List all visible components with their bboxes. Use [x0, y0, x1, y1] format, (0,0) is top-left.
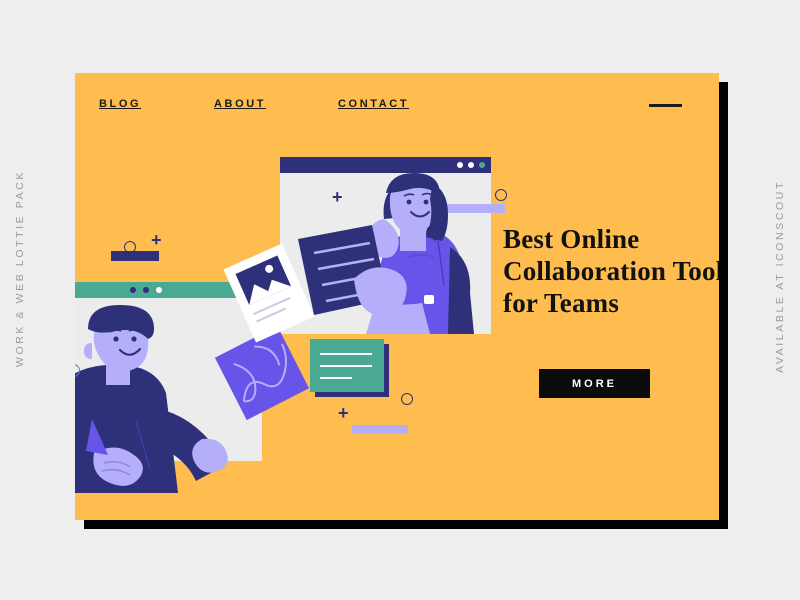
more-button[interactable]: MORE — [539, 369, 650, 398]
window-dot-icon — [457, 162, 463, 168]
navy-bar-decoration — [111, 251, 159, 261]
circle-outline-decoration — [401, 393, 413, 405]
teal-card-line — [320, 353, 372, 355]
purple-bar-decoration — [352, 425, 408, 434]
plus-icon: + — [151, 230, 162, 250]
window-dot-icon — [156, 287, 162, 293]
circle-outline-decoration — [124, 241, 136, 253]
nav-item-blog[interactable]: BLOG — [99, 96, 141, 112]
page-title: Best Online Collaboration Tools for Team… — [503, 224, 719, 319]
teal-card-line — [320, 377, 352, 379]
teal-note-card — [310, 339, 384, 392]
window-dot-icon — [479, 162, 485, 168]
window-dot-icon — [143, 287, 149, 293]
plus-icon: + — [338, 403, 349, 423]
plus-icon: + — [332, 187, 343, 207]
image-mountain-icon — [235, 255, 292, 306]
right-vertical-caption: AVAILABLE AT ICONSCOUT — [774, 180, 786, 373]
top-navigation: BLOG ABOUT CONTACT — [99, 96, 699, 120]
window-dot-icon — [130, 287, 136, 293]
left-vertical-caption: WORK & WEB LOTTIE PACK — [14, 170, 26, 368]
nav-item-contact[interactable]: CONTACT — [338, 96, 409, 112]
teal-card-line — [320, 365, 372, 367]
hero-panel: + + + BLOG ABOUT CONTACT Best Online Col… — [75, 73, 719, 520]
menu-line-icon[interactable] — [649, 104, 682, 107]
circle-outline-decoration — [495, 189, 507, 201]
window-dot-icon — [468, 162, 474, 168]
nav-item-about[interactable]: ABOUT — [214, 96, 266, 112]
